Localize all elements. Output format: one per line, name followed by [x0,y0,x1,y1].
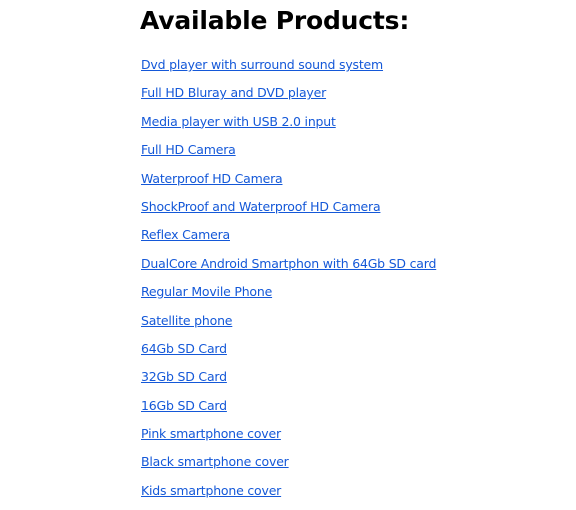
product-link[interactable]: 64Gb SD Card [141,341,227,356]
list-item: 32Gb SD Card [141,367,436,395]
product-link[interactable]: 32Gb SD Card [141,369,227,384]
list-item: Satellite phone [141,311,436,339]
page-title: Available Products: [140,6,410,35]
product-link[interactable]: DualCore Android Smartphon with 64Gb SD … [141,256,436,271]
list-item: Full HD Camera [141,140,436,168]
product-link[interactable]: Dvd player with surround sound system [141,57,383,72]
product-link[interactable]: ShockProof and Waterproof HD Camera [141,199,381,214]
product-link[interactable]: Pink smartphone cover [141,426,281,441]
list-item: Regular Movile Phone [141,282,436,310]
product-link[interactable]: 16Gb SD Card [141,398,227,413]
list-item: ShockProof and Waterproof HD Camera [141,197,436,225]
list-item: Black smartphone cover [141,452,436,480]
list-item: Media player with USB 2.0 input [141,112,436,140]
product-link[interactable]: Satellite phone [141,313,232,328]
product-link[interactable]: Kids smartphone cover [141,483,281,498]
product-link[interactable]: Black smartphone cover [141,454,289,469]
list-item: Waterproof HD Camera [141,169,436,197]
product-link[interactable]: Reflex Camera [141,227,230,242]
list-item: Pink smartphone cover [141,424,436,452]
product-link[interactable]: Full HD Camera [141,142,236,157]
product-link[interactable]: Full HD Bluray and DVD player [141,85,326,100]
list-item: Reflex Camera [141,225,436,253]
product-link[interactable]: Media player with USB 2.0 input [141,114,336,129]
list-item: Dvd player with surround sound system [141,55,436,83]
list-item: 64Gb SD Card [141,339,436,367]
list-item: DualCore Android Smartphon with 64Gb SD … [141,254,436,282]
product-link[interactable]: Regular Movile Phone [141,284,272,299]
list-item: 16Gb SD Card [141,396,436,424]
product-list: Dvd player with surround sound system Ful… [141,55,436,509]
list-item: Full HD Bluray and DVD player [141,83,436,111]
product-link[interactable]: Waterproof HD Camera [141,171,283,186]
list-item: Kids smartphone cover [141,481,436,509]
